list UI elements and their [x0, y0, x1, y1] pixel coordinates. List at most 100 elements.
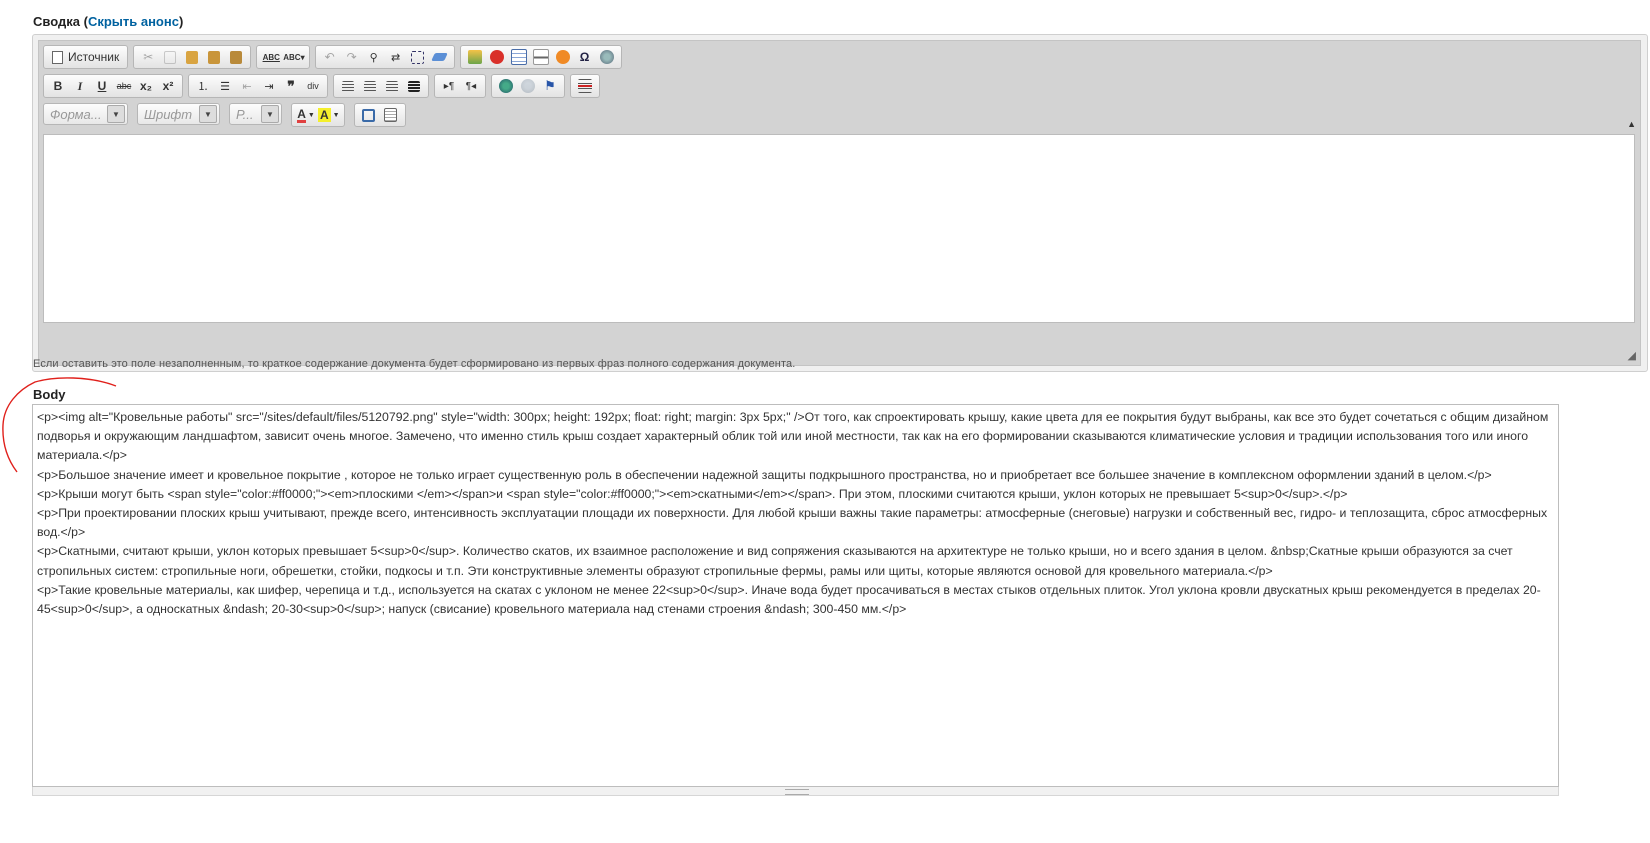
bold-icon: B [53, 79, 63, 93]
rtl-icon: ¶◂ [465, 80, 477, 92]
align-right-icon [386, 80, 398, 92]
scayt-icon: ABC▾ [283, 52, 305, 62]
image-icon [467, 50, 482, 64]
chevron-down-icon: ▼ [199, 105, 217, 123]
bulleted-list-icon: ☰ [220, 80, 230, 93]
toolbar-group-lists: ⒈ ☰ ⇤ ⇥ ❞ div [188, 74, 328, 98]
strike-icon: abc [116, 81, 132, 91]
summary-content-editable[interactable] [43, 134, 1635, 323]
blockquote-button[interactable]: ❞ [281, 76, 301, 96]
toolbar-group-insert: Ω [459, 45, 622, 69]
cut-button[interactable]: ✂ [138, 47, 158, 67]
div-container-button[interactable]: div [303, 76, 323, 96]
image-button[interactable] [465, 47, 485, 67]
superscript-button[interactable]: x² [158, 76, 178, 96]
source-button[interactable]: Источник [48, 47, 123, 67]
hide-summary-link[interactable]: Скрыть анонс [88, 14, 179, 29]
paste-text-button[interactable] [204, 47, 224, 67]
collapse-toolbar-icon[interactable]: ▲ [1627, 119, 1636, 129]
eraser-icon [431, 53, 448, 61]
horizontal-rule-button[interactable] [531, 47, 551, 67]
font-select-value: Шрифт [144, 106, 193, 122]
unlink-button[interactable] [518, 76, 538, 96]
align-center-button[interactable] [360, 76, 380, 96]
resize-grip-icon[interactable]: ◢ [1628, 349, 1636, 362]
bulleted-list-button[interactable]: ☰ [215, 76, 235, 96]
blockquote-icon: ❞ [287, 77, 295, 94]
flag-icon: ⚑ [544, 78, 556, 93]
italic-button[interactable]: I [70, 76, 90, 96]
underline-button[interactable]: U [92, 76, 112, 96]
paste-button[interactable] [182, 47, 202, 67]
body-textarea[interactable]: <p><img alt="Кровельные работы" src="/si… [32, 404, 1559, 787]
undo-button[interactable]: ↶ [320, 47, 340, 67]
numbered-list-button[interactable]: ⒈ [193, 76, 213, 96]
paste-text-icon [208, 50, 221, 64]
maximize-button[interactable] [359, 105, 379, 125]
toolbar-group-pagebreak [570, 74, 600, 98]
body-field-label: Body [33, 387, 66, 402]
summary-field-label: Сводка (Скрыть анонс) [33, 14, 183, 29]
source-icon [52, 50, 63, 64]
format-select[interactable]: Форма... ▼ [43, 103, 128, 125]
italic-icon: I [77, 78, 83, 93]
size-select[interactable]: Р... ▼ [229, 103, 282, 125]
outdent-button[interactable]: ⇤ [237, 76, 257, 96]
special-char-button[interactable]: Ω [575, 47, 595, 67]
summary-label-text: Сводка [33, 14, 80, 29]
flash-icon [489, 50, 504, 64]
bold-button[interactable]: B [48, 76, 68, 96]
globe-icon [599, 50, 614, 64]
toolbar-group-colors: A ▼ A ▼ [291, 103, 345, 127]
background-color-button[interactable]: A ▼ [318, 105, 340, 125]
paste-word-button[interactable] [226, 47, 246, 67]
remove-format-button[interactable] [430, 47, 450, 67]
redo-button[interactable]: ↷ [342, 47, 362, 67]
align-justify-button[interactable] [404, 76, 424, 96]
strike-button[interactable]: abc [114, 76, 134, 96]
link-icon [499, 79, 513, 93]
paste-icon [186, 50, 199, 64]
toolbar-group-clipboard: ✂ [133, 45, 252, 69]
body-line: <p>Такие кровельные материалы, как шифер… [37, 582, 1541, 617]
scissors-icon: ✂ [143, 50, 154, 64]
indent-icon: ⇥ [264, 80, 274, 93]
toolbar-group-document: Источник [43, 45, 129, 69]
text-color-button[interactable]: A ▼ [296, 105, 316, 125]
replace-icon: ⇄ [390, 51, 401, 64]
replace-button[interactable]: ⇄ [386, 47, 406, 67]
body-line: <p>Большое значение имеет и кровельное п… [37, 467, 1492, 482]
flash-button[interactable] [487, 47, 507, 67]
scayt-button[interactable]: ABC▾ [283, 47, 304, 67]
align-left-button[interactable] [338, 76, 358, 96]
page-break-icon [578, 79, 592, 93]
rtl-button[interactable]: ¶◂ [461, 76, 481, 96]
iframe-button[interactable] [597, 47, 617, 67]
source-button-label: Источник [68, 50, 120, 64]
subscript-icon: x₂ [139, 79, 152, 93]
anchor-button[interactable]: ⚑ [540, 76, 560, 96]
page-break-button[interactable] [575, 76, 595, 96]
horizontal-rule-icon [532, 49, 549, 65]
toolbar-group-spell: ABC ABC▾ [256, 45, 310, 69]
body-line: <p>При проектировании плоских крыш учиты… [37, 506, 1548, 540]
undo-icon: ↶ [324, 50, 335, 64]
link-button[interactable] [496, 76, 516, 96]
smiley-button[interactable] [553, 47, 573, 67]
copy-button[interactable] [160, 47, 180, 67]
table-button[interactable] [509, 47, 529, 67]
numbered-list-icon: ⒈ [197, 81, 209, 93]
toolbar-row-3: Форма... ▼ Шрифт ▼ Р... ▼ A ▼ A ▼ [43, 103, 406, 127]
select-all-button[interactable] [408, 47, 428, 67]
ltr-button[interactable]: ▸¶ [439, 76, 459, 96]
show-blocks-button[interactable] [381, 105, 401, 125]
font-select[interactable]: Шрифт ▼ [137, 103, 220, 125]
textarea-resize-handle[interactable] [32, 787, 1559, 796]
binoculars-icon: ⚲ [369, 51, 378, 64]
align-right-button[interactable] [382, 76, 402, 96]
indent-button[interactable]: ⇥ [259, 76, 279, 96]
spellcheck-button[interactable]: ABC [261, 47, 281, 67]
superscript-icon: x² [162, 79, 174, 93]
subscript-button[interactable]: x₂ [136, 76, 156, 96]
find-button[interactable]: ⚲ [364, 47, 384, 67]
